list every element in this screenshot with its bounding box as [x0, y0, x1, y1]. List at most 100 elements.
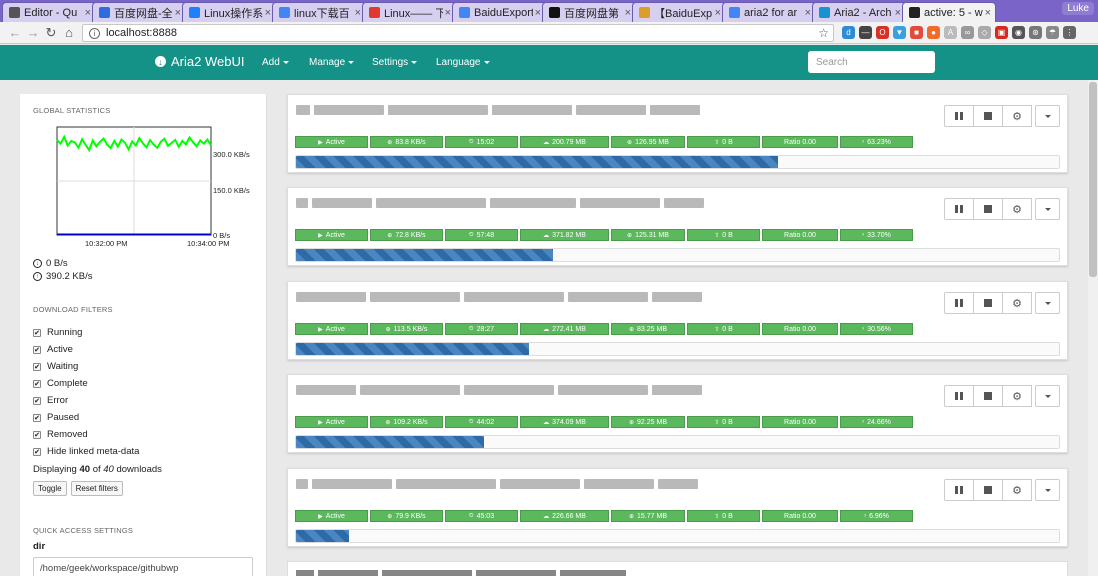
reload-icon[interactable]: ↻: [42, 25, 60, 41]
tab-close-icon[interactable]: ×: [175, 7, 181, 19]
toggle-button[interactable]: Toggle: [33, 481, 67, 496]
extension-icon[interactable]: d: [842, 26, 855, 39]
home-icon[interactable]: ⌂: [60, 25, 78, 40]
browser-tab[interactable]: aria2 for ar ×: [722, 2, 816, 22]
checkbox-checked-icon[interactable]: ✔: [33, 345, 41, 354]
settings-button[interactable]: ⚙: [1002, 385, 1032, 407]
browser-tab[interactable]: Linux操作系 ×: [182, 2, 276, 22]
browser-tab[interactable]: 百度网盘第 ×: [542, 2, 636, 22]
filter-checkbox-row[interactable]: ✔ Complete: [33, 375, 266, 392]
tab-close-icon[interactable]: ×: [445, 7, 451, 19]
checkbox-checked-icon[interactable]: ✔: [33, 362, 41, 371]
settings-button[interactable]: ⚙: [1002, 105, 1032, 127]
stop-button[interactable]: [973, 479, 1003, 501]
extension-icon[interactable]: ⊛: [1029, 26, 1042, 39]
more-actions-button[interactable]: [1035, 292, 1060, 314]
download-name-blurred: [296, 292, 702, 305]
reset-filters-button[interactable]: Reset filters: [70, 481, 123, 496]
bookmark-star-icon[interactable]: ☆: [818, 26, 829, 40]
tab-close-icon[interactable]: ×: [805, 7, 811, 19]
extension-icon[interactable]: ◉: [1012, 26, 1025, 39]
browser-tab[interactable]: 百度网盘-全 ×: [92, 2, 186, 22]
stat-value: 272.41 MB: [552, 325, 586, 333]
stat-badge-progress-label: › 6.96%: [840, 510, 913, 522]
checkbox-checked-icon[interactable]: ✔: [33, 396, 41, 405]
pause-button[interactable]: [944, 292, 974, 314]
browser-tab[interactable]: 【BaiduExp ×: [632, 2, 726, 22]
more-actions-button[interactable]: [1035, 479, 1060, 501]
browser-tab[interactable]: active: 5 - w ×: [902, 2, 996, 22]
filter-checkbox-row[interactable]: ✔ Hide linked meta-data: [33, 443, 266, 460]
extension-icon[interactable]: ●: [927, 26, 940, 39]
menu-manage[interactable]: Manage: [309, 57, 355, 68]
more-actions-button[interactable]: [1035, 105, 1060, 127]
browser-tab[interactable]: BaiduExport ×: [452, 2, 546, 22]
tab-close-icon[interactable]: ×: [985, 7, 991, 19]
dir-input[interactable]: /home/geek/workspace/githubwp: [33, 557, 253, 576]
tab-close-icon[interactable]: ×: [85, 7, 91, 19]
play-icon: ▶: [318, 326, 323, 333]
tab-close-icon[interactable]: ×: [715, 7, 721, 19]
menu-icon[interactable]: ⋮: [1063, 26, 1076, 39]
settings-button[interactable]: ⚙: [1002, 479, 1032, 501]
pause-button[interactable]: [944, 198, 974, 220]
checkbox-checked-icon[interactable]: ✔: [33, 447, 41, 456]
tab-close-icon[interactable]: ×: [355, 7, 361, 19]
more-actions-button[interactable]: [1035, 198, 1060, 220]
extension-icon[interactable]: ◇: [978, 26, 991, 39]
checkbox-checked-icon[interactable]: ✔: [33, 328, 41, 337]
extension-icon[interactable]: A: [944, 26, 957, 39]
pause-button[interactable]: [944, 105, 974, 127]
extension-icon[interactable]: ☂: [1046, 26, 1059, 39]
extension-icon[interactable]: —: [859, 26, 872, 39]
stop-button[interactable]: [973, 198, 1003, 220]
extension-icon[interactable]: ∞: [961, 26, 974, 39]
extension-icon[interactable]: ▣: [995, 26, 1008, 39]
arch-icon: [819, 7, 830, 18]
menu-settings[interactable]: Settings: [372, 57, 418, 68]
scrollbar-thumb[interactable]: [1089, 82, 1097, 277]
settings-button[interactable]: ⚙: [1002, 198, 1032, 220]
stop-button[interactable]: [973, 105, 1003, 127]
browser-tab[interactable]: Linux—— 下 ×: [362, 2, 456, 22]
more-actions-button[interactable]: [1035, 385, 1060, 407]
checkbox-checked-icon[interactable]: ✔: [33, 413, 41, 422]
extension-icon[interactable]: ■: [910, 26, 923, 39]
caret-down-icon: [411, 60, 418, 64]
stop-button[interactable]: [973, 385, 1003, 407]
filter-checkbox-row[interactable]: ✔ Running: [33, 324, 266, 341]
checkbox-checked-icon[interactable]: ✔: [33, 430, 41, 439]
browser-tab[interactable]: linux下载百 ×: [272, 2, 366, 22]
file-size-icon: ⊕: [627, 139, 633, 146]
tab-close-icon[interactable]: ×: [535, 7, 541, 19]
opera-icon[interactable]: O: [876, 26, 889, 39]
menu-add[interactable]: Add: [262, 57, 289, 68]
browser-tab[interactable]: Aria2 - Arch ×: [812, 2, 906, 22]
stop-button[interactable]: [973, 292, 1003, 314]
tab-close-icon[interactable]: ×: [265, 7, 271, 19]
pause-button[interactable]: [944, 479, 974, 501]
browser-tab[interactable]: Editor - Qu ×: [2, 2, 96, 22]
page-scrollbar[interactable]: [1088, 80, 1098, 576]
filter-checkbox-row[interactable]: ✔ Waiting: [33, 358, 266, 375]
profile-button[interactable]: Luke: [1062, 2, 1094, 15]
filter-checkbox-row[interactable]: ✔ Removed: [33, 426, 266, 443]
tab-close-icon[interactable]: ×: [895, 7, 901, 19]
search-input[interactable]: [808, 51, 935, 73]
tab-close-icon[interactable]: ×: [625, 7, 631, 19]
filter-checkbox-row[interactable]: ✔ Paused: [33, 409, 266, 426]
info-icon[interactable]: i: [89, 27, 100, 39]
settings-button[interactable]: ⚙: [1002, 292, 1032, 314]
browser-tab-title: Editor - Qu: [24, 6, 78, 19]
filter-checkbox-row[interactable]: ✔ Error: [33, 392, 266, 409]
extension-icon[interactable]: ▼: [893, 26, 906, 39]
pause-button[interactable]: [944, 385, 974, 407]
forward-icon[interactable]: →: [24, 25, 42, 40]
brand[interactable]: ↓ Aria2 WebUI: [155, 54, 244, 69]
filter-checkbox-row[interactable]: ✔ Active: [33, 341, 266, 358]
back-icon[interactable]: ←: [6, 25, 24, 40]
url-input[interactable]: i localhost:8888 ☆: [82, 24, 834, 42]
menu-language[interactable]: Language: [436, 57, 490, 68]
checkbox-checked-icon[interactable]: ✔: [33, 379, 41, 388]
progress-bar: [295, 342, 1060, 356]
